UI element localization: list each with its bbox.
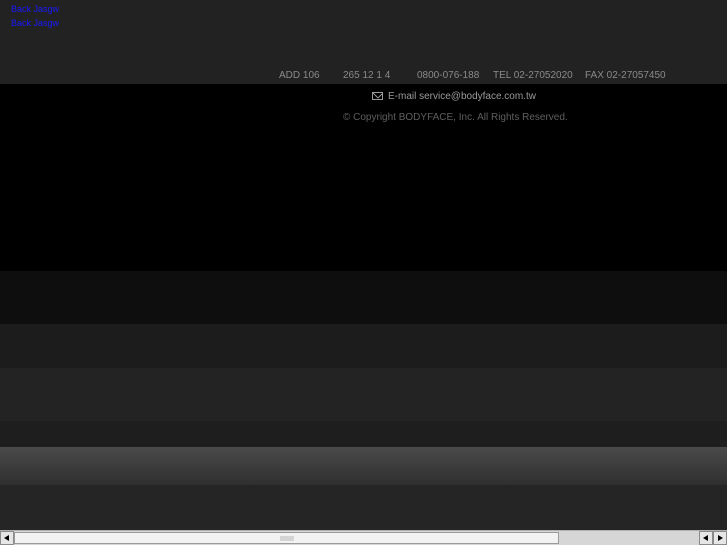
scroll-right-icon[interactable] [713,531,727,545]
telephone: TEL 02-27052020 [493,70,573,81]
bg-band-5 [0,447,727,485]
scrollbar-thumb[interactable] [14,532,559,544]
email-text[interactable]: E-mail service@bodyface.com.tw [388,91,536,102]
contact-info-line: ADD 106 265 12 1 4 0800-076-188 TEL 02-2… [0,70,727,83]
address-label: ADD 106 [279,70,320,81]
fax: FAX 02-27057450 [585,70,666,81]
back-link-1[interactable]: Back Jasgw [11,2,59,16]
top-links: Back Jasgw Back Jasgw [11,2,59,30]
bg-band-1 [0,271,727,324]
grip-icon [279,536,294,541]
mail-icon [372,92,383,100]
bg-band-6 [0,485,727,530]
scroll-left-icon[interactable] [0,531,14,545]
bg-band-4 [0,421,727,447]
back-link-2[interactable]: Back Jasgw [11,16,59,30]
scroll-left-icon-2[interactable] [699,531,713,545]
copyright: © Copyright BODYFACE, Inc. All Rights Re… [343,112,568,123]
toll-free-number: 0800-076-188 [417,70,480,81]
horizontal-scrollbar[interactable] [0,530,727,545]
bg-band-3 [0,368,727,421]
address-numbers: 265 12 1 4 [343,70,391,81]
email-line[interactable]: E-mail service@bodyface.com.tw [372,91,536,102]
bg-band-2 [0,324,727,368]
